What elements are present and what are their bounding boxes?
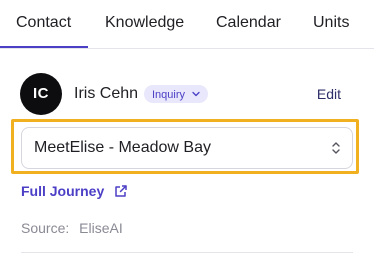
external-link-icon [114, 184, 128, 202]
tab-knowledge[interactable]: Knowledge [105, 0, 184, 48]
status-badge[interactable]: Inquiry [144, 85, 209, 103]
property-select-value: MeetElise - Meadow Bay [34, 139, 211, 156]
avatar: IC [20, 73, 62, 115]
divider [21, 252, 353, 253]
chevron-down-icon [192, 85, 200, 103]
tab-calendar[interactable]: Calendar [216, 0, 281, 48]
full-journey-label: Full Journey [21, 183, 105, 199]
tab-bar: Contact Knowledge Calendar Units [0, 0, 374, 49]
tab-contact[interactable]: Contact [16, 0, 71, 48]
active-tab-indicator [0, 46, 88, 48]
contact-panel: Contact Knowledge Calendar Units IC Iris… [0, 0, 374, 263]
source-row: Source: EliseAI [21, 219, 123, 237]
full-journey-link[interactable]: Full Journey [21, 182, 128, 202]
source-label: Source: [21, 220, 70, 236]
status-badge-label: Inquiry [152, 89, 186, 101]
chevron-up-down-icon [330, 140, 342, 156]
source-value: EliseAI [79, 220, 123, 236]
edit-button[interactable]: Edit [317, 85, 341, 103]
property-select[interactable]: MeetElise - Meadow Bay [21, 127, 353, 169]
contact-name: Iris Cehn [74, 85, 139, 102]
tab-units[interactable]: Units [313, 0, 349, 48]
